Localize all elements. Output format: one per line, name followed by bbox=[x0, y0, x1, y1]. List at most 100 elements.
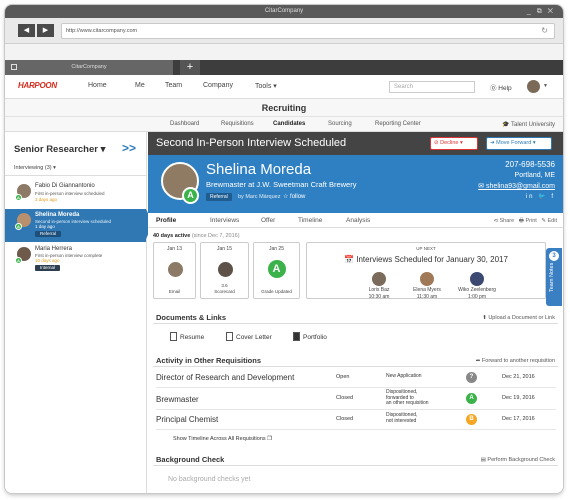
interviewer[interactable]: Elena Myers 11:30 am bbox=[407, 272, 447, 300]
candidate-item-selected[interactable]: A Shelina Moreda Second in-person interv… bbox=[5, 209, 153, 242]
collapse-sidebar-button[interactable]: >> bbox=[122, 141, 136, 155]
follow-button[interactable]: ☆ follow bbox=[283, 193, 305, 200]
browser-spacer bbox=[5, 44, 563, 60]
resume-icon bbox=[170, 332, 177, 341]
share-button[interactable]: ⊲ Share bbox=[493, 218, 514, 224]
harpoon-logo[interactable]: HARPOON bbox=[18, 81, 57, 90]
nav-company[interactable]: Company bbox=[203, 82, 233, 89]
timeline-card[interactable]: Jan 13 Email bbox=[153, 242, 196, 299]
nav-tools[interactable]: Tools ▾ bbox=[255, 82, 277, 90]
new-tab-button[interactable]: + bbox=[180, 60, 200, 75]
help-link[interactable]: ⓪ Help bbox=[490, 82, 512, 92]
candidate-email[interactable]: ✉ shelina93@gmail.com bbox=[478, 182, 555, 190]
requisition-grade-badge: B bbox=[466, 414, 477, 425]
move-forward-button[interactable]: ➜ Move Forward ▾ bbox=[486, 137, 552, 150]
chevron-down-icon[interactable]: ▼ bbox=[543, 83, 548, 89]
requisition-selector[interactable]: Senior Researcher ▾ bbox=[14, 144, 105, 155]
interviewer[interactable]: Loris Baz 10:30 am bbox=[359, 272, 399, 300]
candidate-time: 1 day ago bbox=[35, 224, 55, 229]
requisition-date: Dec 17, 2016 bbox=[502, 416, 535, 422]
card-label: Email bbox=[168, 289, 181, 294]
search-input[interactable]: Search bbox=[389, 81, 475, 93]
requisition-grade-badge: ? bbox=[466, 372, 477, 383]
requisition-reason: New Application bbox=[386, 373, 422, 379]
cover-letter-link[interactable]: Cover Letter bbox=[226, 332, 272, 341]
nav-team[interactable]: Team bbox=[165, 82, 182, 89]
decline-button[interactable]: ⊘ Decline ▾ bbox=[430, 137, 478, 150]
url-text: http://www.citarcompany.com bbox=[66, 28, 138, 34]
requisition-name: Principal Chemist bbox=[156, 415, 219, 424]
resume-link[interactable]: Resume bbox=[170, 332, 204, 341]
timeline-card[interactable]: Jan 15 3.6 Scorecard bbox=[200, 242, 249, 299]
card-label: Grade Updated bbox=[261, 289, 292, 294]
tab-interviews[interactable]: Interviews bbox=[210, 217, 239, 224]
requisition-date: Dec 21, 2016 bbox=[502, 374, 535, 380]
social-links[interactable]: in 🐦 f bbox=[526, 193, 555, 200]
documents-section-header: Documents & Links ⬆ Upload a Document or… bbox=[153, 312, 558, 324]
interviewer-time: 1:00 pm bbox=[467, 294, 487, 300]
nav-home[interactable]: Home bbox=[88, 82, 107, 89]
subnav-reporting-center[interactable]: Reporting Center bbox=[375, 121, 421, 127]
candidate-location: Portland, ME bbox=[514, 172, 555, 179]
perform-background-check-link[interactable]: ▤ Perform Background Check bbox=[481, 457, 555, 463]
portfolio-label: Portfolio bbox=[303, 334, 327, 341]
upload-document-link[interactable]: ⬆ Upload a Document or Link bbox=[482, 315, 555, 321]
stage-filter[interactable]: Interviewing (3) ▾ bbox=[14, 165, 56, 171]
browser-tab[interactable]: CitarCompany bbox=[5, 60, 173, 75]
talent-university-link[interactable]: 🎓 Talent University bbox=[502, 121, 555, 128]
tab-analysis[interactable]: Analysis bbox=[346, 217, 370, 224]
card-avatar bbox=[217, 262, 233, 277]
days-active: 40 days active (since Dec 7, 2016) bbox=[153, 233, 240, 239]
up-next-card[interactable]: UP NEXT 📅 Interviews Scheduled for Janua… bbox=[306, 242, 546, 300]
up-next-title: 📅 Interviews Scheduled for January 30, 2… bbox=[344, 255, 508, 264]
requisition-status: Closed bbox=[336, 395, 354, 401]
profile-banner: A Shelina Moreda Brewmaster at J.W. Swee… bbox=[148, 155, 563, 213]
reload-icon[interactable]: ↻ bbox=[541, 24, 548, 38]
portfolio-icon bbox=[293, 332, 300, 341]
referrer[interactable]: by Marc Márquez bbox=[238, 194, 281, 200]
candidate-name: Shelina Moreda bbox=[206, 161, 312, 178]
window-controls[interactable]: _ ⧉ ✕ bbox=[527, 5, 555, 18]
requisition-status: Closed bbox=[336, 416, 354, 422]
tab-icon bbox=[11, 64, 17, 70]
portfolio-link[interactable]: Portfolio bbox=[293, 332, 327, 341]
forward-button[interactable]: ▶ bbox=[37, 24, 54, 37]
grade-badge: A bbox=[267, 260, 286, 278]
print-button[interactable]: 🖶 Print bbox=[519, 218, 537, 224]
tab-profile[interactable]: Profile bbox=[156, 217, 176, 224]
user-avatar[interactable] bbox=[527, 80, 540, 93]
edit-button[interactable]: ✎ Edit bbox=[541, 218, 557, 224]
grade-badge: A bbox=[182, 187, 199, 204]
subnav-candidates[interactable]: Candidates bbox=[273, 121, 305, 127]
interviewer[interactable]: Wiko Zeelenberg 1:00 pm bbox=[457, 272, 497, 300]
subnav-requisitions[interactable]: Requisitions bbox=[221, 121, 254, 127]
days-active-since: (since Dec 7, 2016) bbox=[191, 233, 240, 239]
tab-timeline[interactable]: Timeline bbox=[298, 217, 322, 224]
back-button[interactable]: ◀ bbox=[18, 24, 35, 37]
candidate-phone: 207-698-5536 bbox=[505, 160, 555, 169]
timeline-card[interactable]: Jan 25 A Grade Updated bbox=[253, 242, 300, 299]
candidate-time: 3 days ago bbox=[35, 197, 58, 202]
divider bbox=[5, 175, 146, 176]
interviewer-time: 11:30 am bbox=[416, 294, 438, 300]
candidate-item[interactable]: A Maria Herrera First in-person intervie… bbox=[5, 243, 146, 276]
nav-me[interactable]: Me bbox=[135, 82, 145, 89]
tab-offer[interactable]: Offer bbox=[261, 217, 275, 224]
page-title: Recruiting bbox=[5, 99, 563, 117]
subnav-sourcing[interactable]: Sourcing bbox=[328, 121, 352, 127]
team-notes-tab[interactable]: 3 Team Notes bbox=[546, 248, 562, 306]
interviewer-name: Wiko Zeelenberg bbox=[458, 287, 496, 293]
requisition-row[interactable]: Principal Chemist Closed Dispositioned, … bbox=[156, 410, 556, 430]
address-bar[interactable]: http://www.citarcompany.com ↻ bbox=[61, 23, 555, 39]
card-date: Jan 13 bbox=[166, 246, 182, 252]
up-next-label: UP NEXT bbox=[416, 246, 436, 251]
show-timeline-link[interactable]: Show Timeline Across All Requisitions ❐ bbox=[173, 436, 272, 442]
interviewer-name: Elena Myers bbox=[413, 287, 441, 293]
requisition-row[interactable]: Director of Research and Development Ope… bbox=[156, 368, 556, 388]
grade-badge: A bbox=[15, 257, 22, 264]
forward-requisition-link[interactable]: ➦ Forward to another requisition bbox=[476, 358, 555, 364]
requisition-row[interactable]: Brewmaster Closed Dispositioned, forward… bbox=[156, 388, 556, 410]
candidate-item[interactable]: A Fabio Di Giannantonio First in-person … bbox=[5, 180, 146, 210]
requisition-reason: Dispositioned, not interested bbox=[386, 412, 418, 424]
subnav-dashboard[interactable]: Dashboard bbox=[170, 121, 199, 127]
